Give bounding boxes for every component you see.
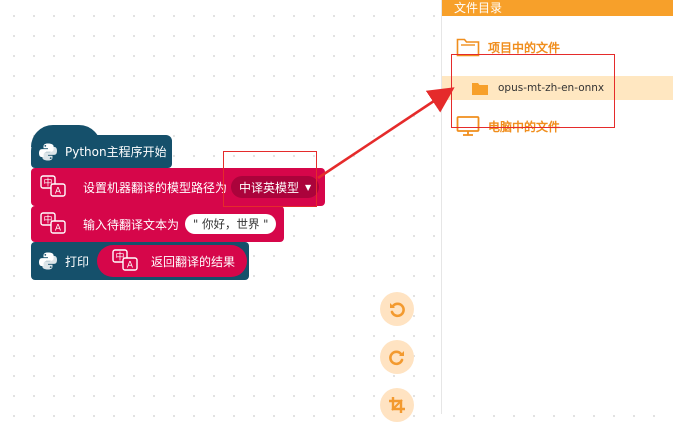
- panel-title: 文件目录: [454, 1, 503, 15]
- translate-icon: 中 A: [107, 246, 145, 276]
- text-input-field[interactable]: " 你好，世界 ": [185, 214, 277, 234]
- svg-text:A: A: [55, 224, 62, 234]
- svg-text:A: A: [55, 187, 62, 197]
- hat-block-label: Python主程序开始: [65, 145, 167, 159]
- redo-button[interactable]: [380, 340, 414, 374]
- svg-text:A: A: [127, 261, 134, 271]
- file-directory-panel: 文件目录 项目中的文件 opus-mt-zh-en-onnx 电脑中的文件: [441, 0, 673, 414]
- crop-button[interactable]: [380, 388, 414, 422]
- file-item-name: opus-mt-zh-en-onnx: [498, 82, 605, 94]
- project-files-label: 项目中的文件: [488, 40, 561, 55]
- python-logo-icon: [37, 141, 59, 163]
- monitor-icon: [456, 116, 480, 136]
- undo-button[interactable]: [380, 292, 414, 326]
- panel-header: 文件目录: [442, 0, 673, 16]
- print-block[interactable]: 打印 中 A 返回翻译的结果: [31, 242, 249, 280]
- python-logo-icon: [37, 250, 59, 272]
- translation-result-reporter[interactable]: 中 A 返回翻译的结果: [97, 245, 248, 277]
- input-text-label: 输入待翻译文本为: [83, 217, 180, 232]
- folder-icon: [472, 82, 488, 95]
- redo-icon: [389, 350, 404, 366]
- set-translation-model-block[interactable]: 中 A 设置机器翻译的模型路径为 中译英模型 ▼: [31, 168, 325, 206]
- computer-files-label: 电脑中的文件: [488, 119, 561, 134]
- model-dropdown[interactable]: 中译英模型 ▼: [231, 176, 320, 198]
- folder-outline-icon: [456, 38, 480, 57]
- file-item-opus-mt-zh-en-onnx[interactable]: opus-mt-zh-en-onnx: [442, 76, 673, 100]
- translate-icon: 中 A: [35, 172, 73, 202]
- project-files-section[interactable]: 项目中的文件: [456, 36, 560, 58]
- model-dropdown-value: 中译英模型: [239, 180, 300, 195]
- computer-files-section[interactable]: 电脑中的文件: [456, 115, 560, 137]
- reporter-label: 返回翻译的结果: [151, 254, 236, 269]
- set-model-label: 设置机器翻译的模型路径为: [83, 180, 228, 195]
- print-label: 打印: [65, 254, 90, 269]
- input-text-block[interactable]: 中 A 输入待翻译文本为 " 你好，世界 ": [31, 206, 284, 242]
- undo-icon: [390, 302, 405, 318]
- block-workspace[interactable]: Python主程序开始 中 A 设置机器翻译的模型路径为 中译英模型 ▼ 中 A: [0, 0, 441, 422]
- translate-icon: 中 A: [35, 209, 73, 239]
- python-main-start-block[interactable]: Python主程序开始: [31, 125, 172, 168]
- caret-down-icon: ▼: [305, 182, 312, 192]
- crop-icon: [389, 397, 405, 413]
